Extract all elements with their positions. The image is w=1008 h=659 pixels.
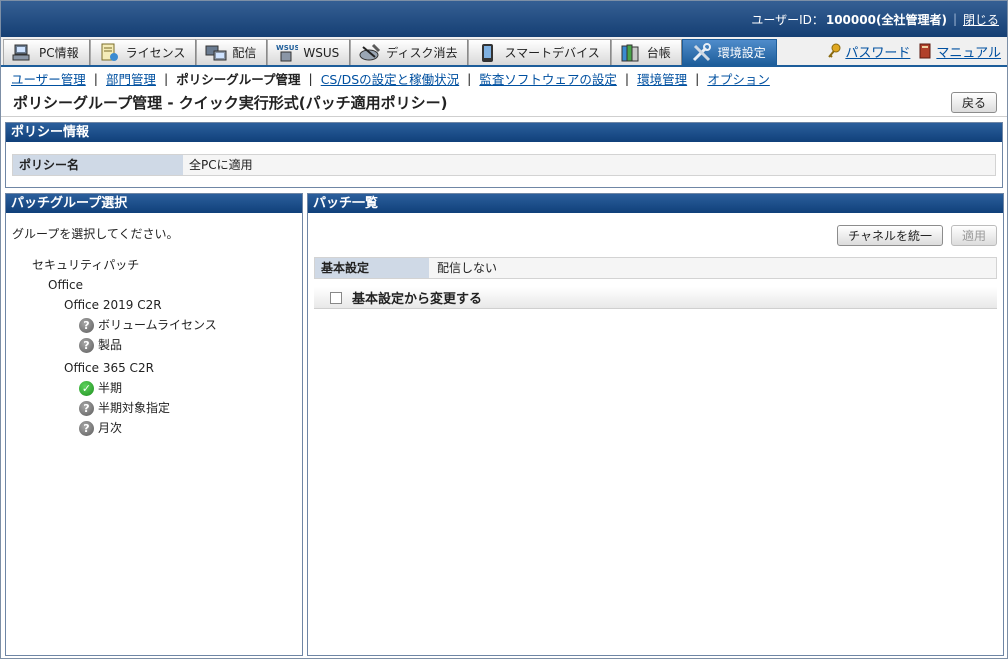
change-from-basic-label: 基本設定から変更する bbox=[352, 292, 483, 307]
tree-leaf-semi-annual-targeted[interactable]: ? 半期対象指定 bbox=[12, 398, 302, 418]
disk-erase-icon bbox=[359, 43, 381, 63]
close-link[interactable]: 閉じる bbox=[963, 11, 999, 28]
policy-name-label: ポリシー名 bbox=[13, 155, 183, 175]
subnav-audit-software[interactable]: 監査ソフトウェアの設定 bbox=[479, 69, 617, 88]
subnav-separator: | bbox=[467, 70, 472, 86]
patch-list-panel: パッチ一覧 チャネルを統一 適用 基本設定 配信しない 基本設定から変更する bbox=[307, 193, 1004, 656]
sub-navigation: ユーザー管理 | 部門管理 | ポリシーグループ管理 | CS/DSの設定と稼働… bbox=[1, 67, 1007, 89]
patch-group-heading: パッチグループ選択 bbox=[6, 194, 302, 213]
tab-label: 配信 bbox=[232, 46, 257, 60]
question-status-icon: ? bbox=[79, 400, 94, 416]
unify-channel-button[interactable]: チャネルを統一 bbox=[837, 225, 943, 246]
ledger-icon bbox=[620, 43, 642, 63]
subnav-cs-ds-settings[interactable]: CS/DSの設定と稼働状況 bbox=[321, 69, 459, 88]
question-status-icon: ? bbox=[79, 317, 94, 333]
tree-leaf-monthly[interactable]: ? 月次 bbox=[12, 418, 302, 438]
tree-node-office[interactable]: Office bbox=[12, 275, 302, 295]
pc-icon bbox=[12, 43, 34, 63]
subnav-policy-group-management: ポリシーグループ管理 bbox=[176, 71, 301, 87]
select-group-hint: グループを選択してください。 bbox=[12, 227, 179, 241]
wsus-icon: WSUS bbox=[276, 43, 300, 63]
subnav-options[interactable]: オプション bbox=[707, 69, 770, 88]
svg-text:WSUS: WSUS bbox=[276, 44, 298, 52]
tab-wsus[interactable]: WSUS WSUS bbox=[267, 39, 351, 65]
top-header-bar: ユーザーID： 100000(全社管理者) | 閉じる bbox=[1, 1, 1007, 37]
patch-list-heading: パッチ一覧 bbox=[308, 194, 1003, 213]
subnav-separator: | bbox=[695, 70, 700, 86]
tab-label: 環境設定 bbox=[717, 46, 766, 60]
subnav-separator: | bbox=[93, 70, 98, 86]
tab-label: PC情報 bbox=[39, 46, 79, 60]
tab-label: 台帳 bbox=[646, 46, 671, 60]
basic-setting-value: 配信しない bbox=[429, 258, 996, 278]
tab-settings[interactable]: 環境設定 bbox=[681, 39, 777, 65]
header-separator: | bbox=[952, 12, 957, 26]
manual-link[interactable]: マニュアル bbox=[936, 42, 1001, 61]
subnav-separator: | bbox=[164, 70, 169, 86]
policy-info-panel: ポリシー情報 ポリシー名 全PCに適用 bbox=[5, 122, 1003, 188]
tree-leaf-label: 半期 bbox=[98, 381, 123, 395]
apply-button[interactable]: 適用 bbox=[950, 225, 997, 246]
page-title-bar: ポリシーグループ管理 - クイック実行形式(パッチ適用ポリシー) 戻る bbox=[1, 89, 1007, 117]
policy-name-value: 全PCに適用 bbox=[183, 155, 995, 175]
page-title: ポリシーグループ管理 - クイック実行形式(パッチ適用ポリシー) bbox=[13, 94, 448, 112]
tree-leaf-product[interactable]: ? 製品 bbox=[12, 335, 302, 355]
tab-label: ライセンス bbox=[125, 46, 186, 60]
user-id-value: 100000(全社管理者) bbox=[825, 12, 947, 27]
change-from-basic-row[interactable]: 基本設定から変更する bbox=[314, 287, 997, 309]
settings-tools-icon bbox=[691, 42, 713, 63]
user-id-label: ユーザーID： bbox=[751, 12, 824, 27]
subnav-department-management[interactable]: 部門管理 bbox=[106, 69, 156, 88]
tree-node-security-patch[interactable]: セキュリティパッチ bbox=[12, 255, 302, 275]
tree-leaf-label: ボリュームライセンス bbox=[98, 318, 217, 332]
subnav-environment-management[interactable]: 環境管理 bbox=[637, 69, 687, 88]
smart-device-icon bbox=[477, 43, 499, 63]
license-icon bbox=[99, 43, 121, 63]
subnav-separator: | bbox=[624, 70, 630, 86]
key-icon bbox=[827, 43, 841, 59]
main-tab-bar: PC情報 ライセンス 配信 WSUS WSUS ディスク消去 スマートデバイス bbox=[1, 37, 1007, 67]
tab-distribution[interactable]: 配信 bbox=[196, 39, 268, 65]
distribution-icon bbox=[205, 43, 227, 63]
check-status-icon: ✓ bbox=[79, 380, 94, 396]
change-from-basic-checkbox[interactable] bbox=[330, 291, 342, 304]
tree-leaf-label: 半期対象指定 bbox=[98, 401, 171, 415]
tab-ledger[interactable]: 台帳 bbox=[610, 39, 682, 65]
tree-leaf-semi-annual[interactable]: ✓ 半期 bbox=[12, 378, 302, 398]
patch-group-panel: パッチグループ選択 グループを選択してください。 セキュリティパッチ Offic… bbox=[5, 193, 303, 656]
tab-license[interactable]: ライセンス bbox=[89, 39, 197, 65]
question-status-icon: ? bbox=[79, 337, 94, 353]
tab-label: ディスク消去 bbox=[386, 46, 458, 60]
tab-smart-device[interactable]: スマートデバイス bbox=[468, 39, 611, 65]
policy-info-heading: ポリシー情報 bbox=[6, 123, 1002, 142]
tree-leaf-label: 製品 bbox=[98, 338, 123, 352]
tree-leaf-label: 月次 bbox=[98, 421, 123, 435]
policy-name-row: ポリシー名 全PCに適用 bbox=[12, 154, 996, 176]
manual-book-icon bbox=[918, 43, 932, 59]
question-status-icon: ? bbox=[79, 420, 94, 436]
tab-pc-info[interactable]: PC情報 bbox=[3, 39, 90, 65]
basic-setting-row: 基本設定 配信しない bbox=[314, 257, 997, 279]
tree-leaf-volume-license[interactable]: ? ボリュームライセンス bbox=[12, 315, 302, 335]
tab-label: スマートデバイス bbox=[504, 46, 600, 60]
patch-group-tree: グループを選択してください。 セキュリティパッチ Office Office 2… bbox=[6, 213, 302, 438]
tab-disk-erase[interactable]: ディスク消去 bbox=[350, 39, 469, 65]
basic-setting-label: 基本設定 bbox=[315, 258, 429, 278]
tab-label: WSUS bbox=[303, 45, 340, 60]
patch-list-actions: チャネルを統一 適用 bbox=[308, 213, 1003, 246]
subnav-separator: | bbox=[308, 70, 313, 86]
back-button[interactable]: 戻る bbox=[950, 92, 997, 113]
tree-node-office-2019[interactable]: Office 2019 C2R bbox=[12, 295, 302, 315]
subnav-user-management[interactable]: ユーザー管理 bbox=[11, 69, 86, 88]
tree-node-office-365[interactable]: Office 365 C2R bbox=[12, 358, 302, 378]
password-link[interactable]: パスワード bbox=[845, 42, 910, 61]
tab-links: パスワード マニュアル bbox=[819, 37, 1007, 65]
